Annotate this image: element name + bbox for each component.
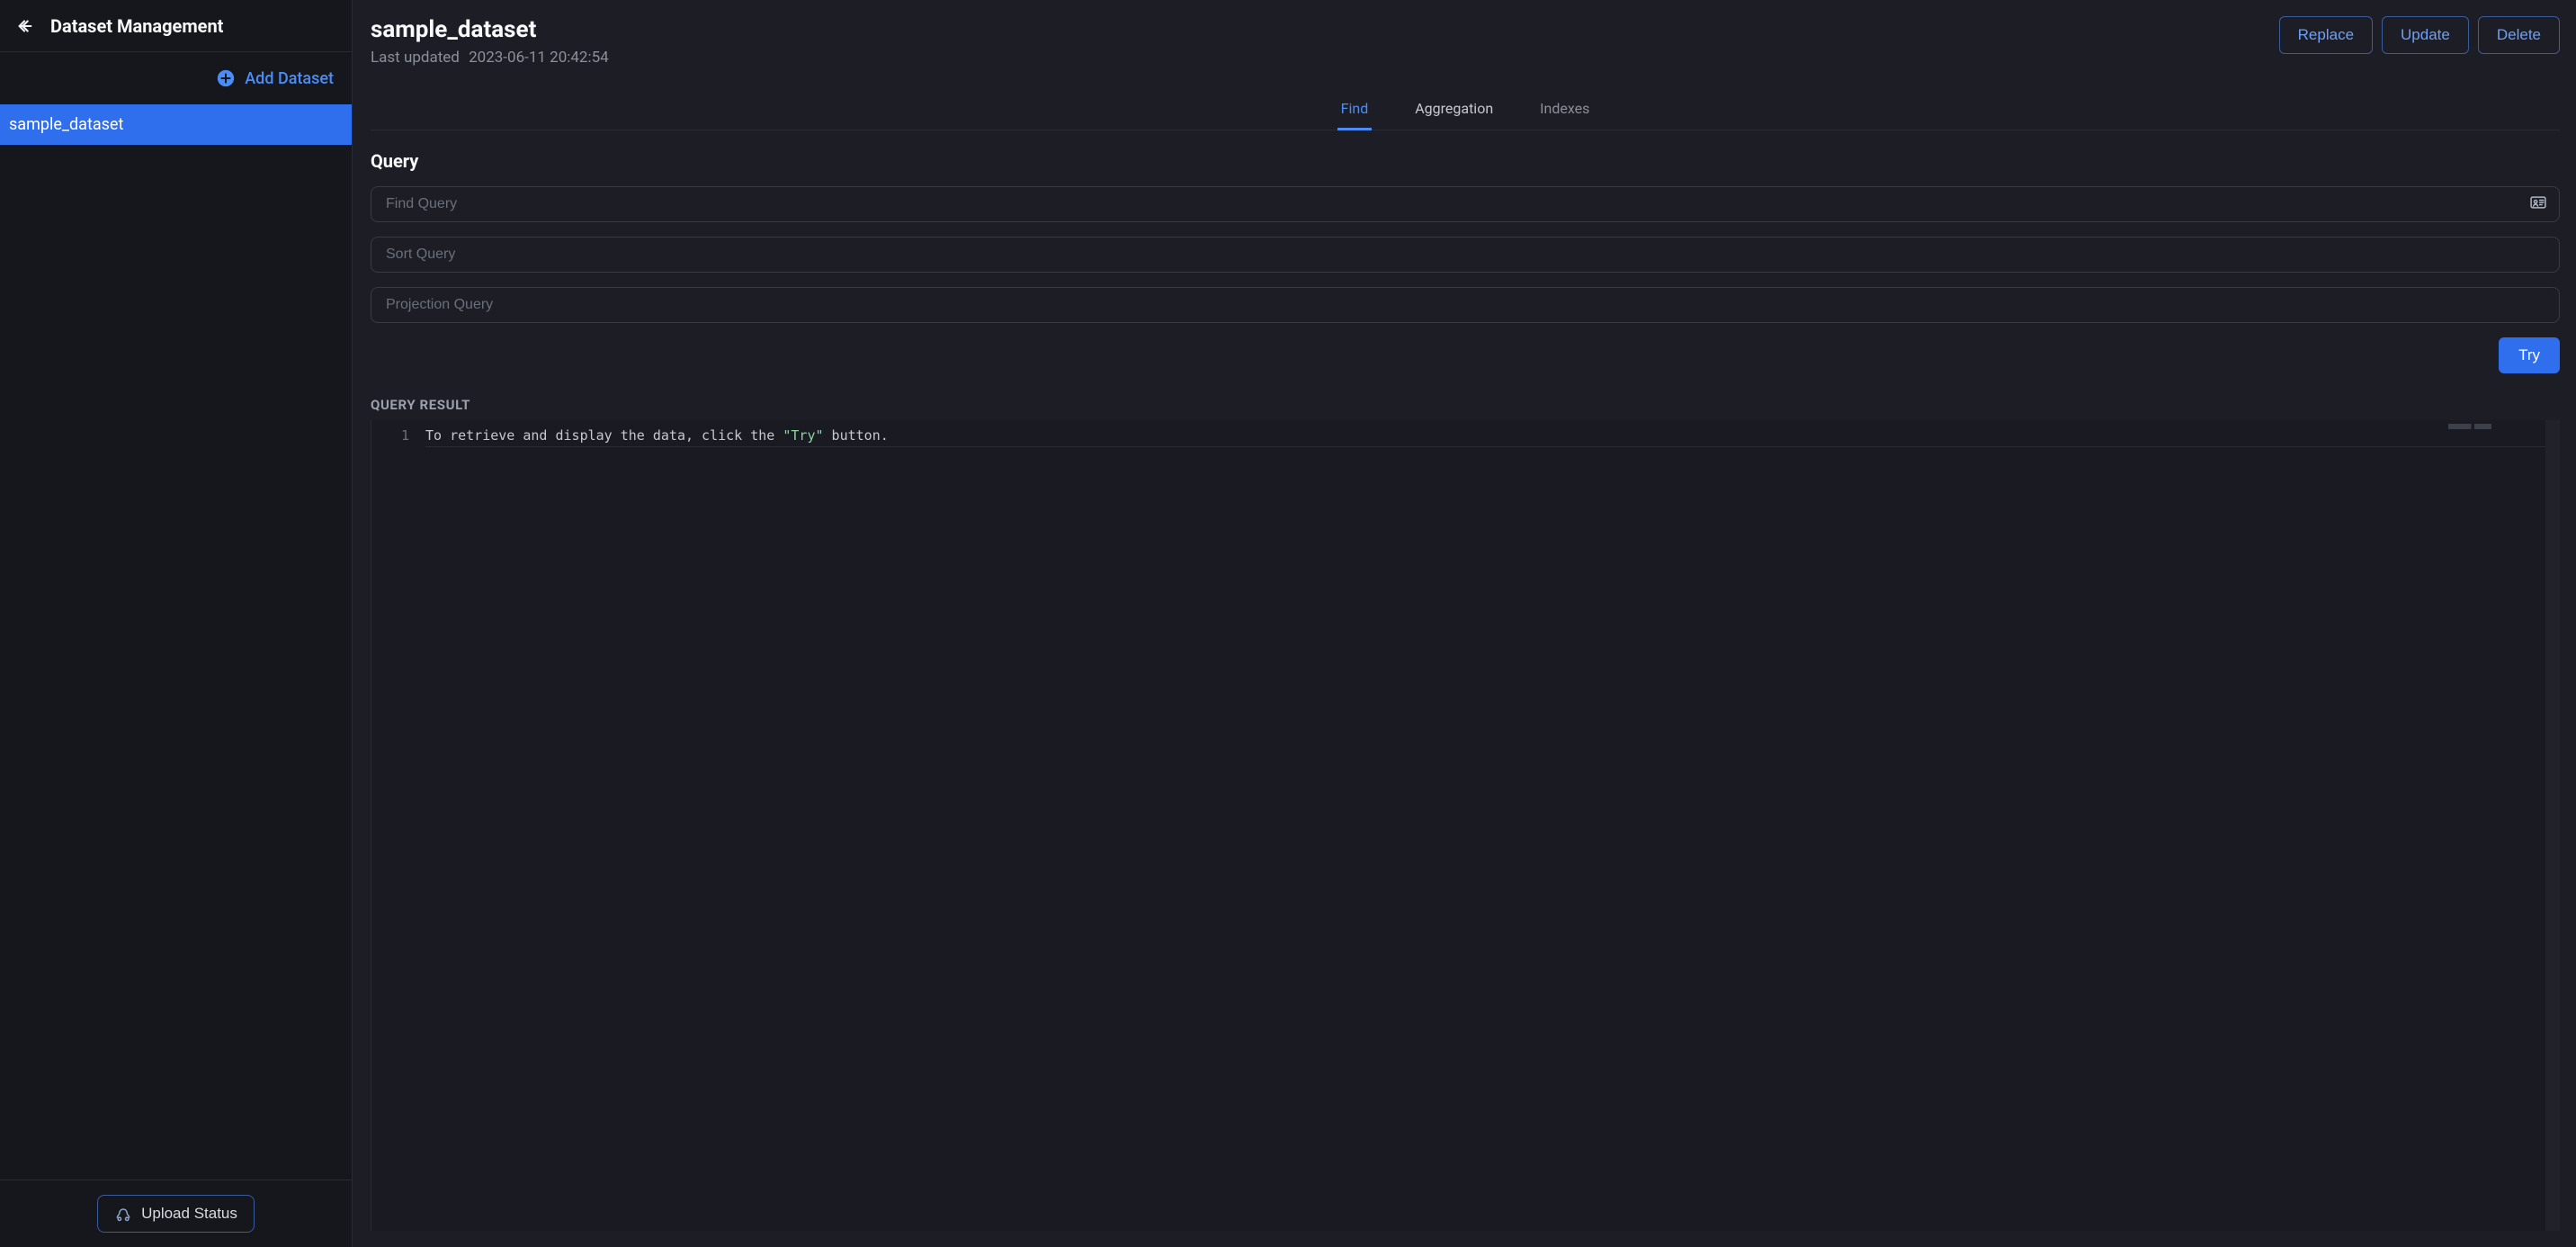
dataset-item[interactable]: sample_dataset [0,104,352,145]
arrow-left-icon [15,16,35,36]
query-heading: Query [371,150,2560,172]
back-button[interactable] [13,13,38,39]
sidebar-footer: Upload Status [0,1180,352,1247]
find-query-input[interactable] [371,186,2560,222]
dataset-title: sample_dataset [371,16,609,43]
upload-status-label: Upload Status [141,1205,237,1223]
main-panel: sample_dataset Last updated 2023-06-11 2… [353,0,2576,1247]
main-header: sample_dataset Last updated 2023-06-11 2… [371,16,2560,67]
tab-aggregation[interactable]: Aggregation [1411,93,1497,130]
find-query-wrap [371,186,2560,222]
tabs: Find Aggregation Indexes [371,92,2560,130]
update-button[interactable]: Update [2382,16,2469,54]
plus-circle-icon [216,68,236,88]
query-result-pane: 1 To retrieve and display the data, clic… [371,420,2560,1231]
header-actions: Replace Update Delete [2279,16,2560,54]
minimap-icon [2448,424,2506,429]
last-updated-value: 2023-06-11 20:42:54 [469,49,609,67]
code-line: 1 To retrieve and display the data, clic… [371,426,2560,447]
query-result-label: QUERY RESULT [371,397,2560,413]
sidebar-title: Dataset Management [50,15,223,37]
upload-status-icon [114,1205,132,1223]
try-button[interactable]: Try [2499,337,2560,373]
delete-button[interactable]: Delete [2478,16,2560,54]
add-dataset-button[interactable]: Add Dataset [0,52,352,104]
line-number: 1 [371,426,425,447]
dataset-list: sample_dataset [0,104,352,1180]
projection-query-input[interactable] [371,287,2560,323]
id-card-icon[interactable] [2529,193,2547,215]
scrollbar[interactable] [2545,420,2560,1231]
sort-query-input[interactable] [371,237,2560,273]
last-updated-label: Last updated [371,49,460,67]
last-updated: Last updated 2023-06-11 20:42:54 [371,49,609,67]
tab-find[interactable]: Find [1337,93,1373,130]
sidebar: Dataset Management Add Dataset sample_da… [0,0,353,1247]
tab-indexes[interactable]: Indexes [1536,93,1593,130]
replace-button[interactable]: Replace [2279,16,2373,54]
projection-query-wrap [371,287,2560,323]
title-block: sample_dataset Last updated 2023-06-11 2… [371,16,609,67]
code-content: To retrieve and display the data, click … [425,426,2560,447]
sort-query-wrap [371,237,2560,273]
try-row: Try [371,337,2560,373]
sidebar-header: Dataset Management [0,0,352,52]
add-dataset-label: Add Dataset [245,69,334,88]
upload-status-button[interactable]: Upload Status [97,1195,255,1233]
